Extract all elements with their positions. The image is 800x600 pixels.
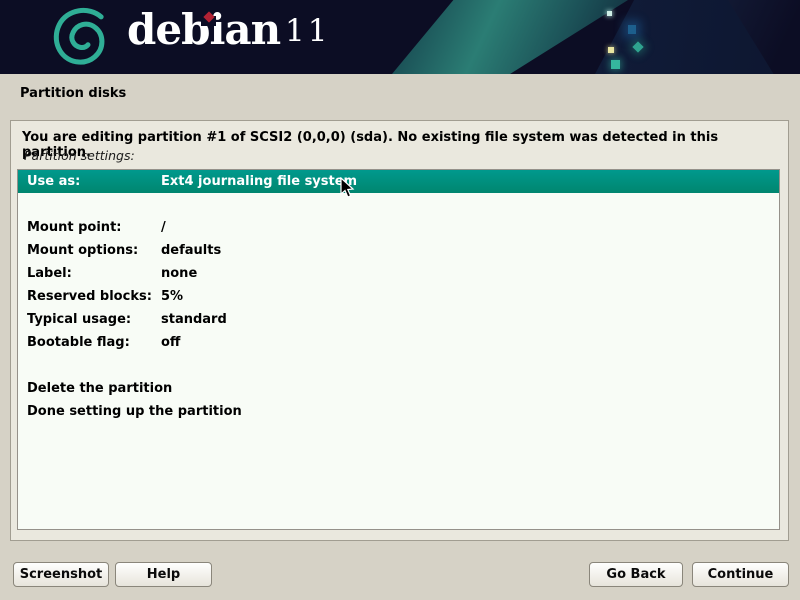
row-label (27, 193, 161, 216)
banner-teal-decoration (392, 0, 628, 74)
row-label (27, 354, 161, 377)
sparkle-square-icon (608, 47, 614, 53)
row-value (161, 354, 779, 377)
row-value: off (161, 331, 779, 354)
partition-edit-message: You are editing partition #1 of SCSI2 (0… (22, 130, 788, 160)
screenshot-button[interactable]: Screenshot (13, 562, 109, 587)
row-label: Label: (27, 262, 161, 285)
row-value: standard (161, 308, 779, 331)
settings-row[interactable]: Mount options:defaults (18, 239, 779, 262)
settings-row[interactable]: Label:none (18, 262, 779, 285)
debian-logotype: debian (127, 9, 280, 51)
settings-row-spacer (18, 193, 779, 216)
row-label: Typical usage: (27, 308, 161, 331)
brand-text: debian (127, 5, 280, 54)
sparkle-square-icon (628, 25, 636, 34)
settings-row[interactable]: Bootable flag:off (18, 331, 779, 354)
settings-row[interactable]: Typical usage:standard (18, 308, 779, 331)
banner: debian 11 (0, 0, 800, 74)
settings-row[interactable]: Delete the partition (18, 377, 779, 400)
row-value: / (161, 216, 779, 239)
debian-swirl-icon (50, 4, 112, 70)
settings-row[interactable]: Mount point:/ (18, 216, 779, 239)
row-value (161, 400, 779, 423)
settings-row[interactable]: Use as:Ext4 journaling file system (18, 170, 779, 193)
row-label: Mount options: (27, 239, 161, 262)
help-button[interactable]: Help (115, 562, 212, 587)
row-label: Use as: (27, 170, 161, 193)
sparkle-square-icon (611, 60, 620, 69)
settings-row-spacer (18, 354, 779, 377)
row-label: Mount point: (27, 216, 161, 239)
settings-row[interactable]: Reserved blocks:5% (18, 285, 779, 308)
row-value: none (161, 262, 779, 285)
page-title: Partition disks (20, 86, 126, 101)
row-label: Done setting up the partition (27, 400, 161, 423)
continue-button[interactable]: Continue (692, 562, 789, 587)
row-label: Reserved blocks: (27, 285, 161, 308)
content-box: You are editing partition #1 of SCSI2 (0… (10, 120, 789, 541)
settings-row[interactable]: Done setting up the partition (18, 400, 779, 423)
row-value: 5% (161, 285, 779, 308)
row-label: Delete the partition (27, 377, 161, 400)
partition-settings-label: Partition settings: (24, 148, 135, 163)
row-value (161, 193, 779, 216)
go-back-button[interactable]: Go Back (589, 562, 683, 587)
sparkle-square-icon (607, 11, 612, 16)
row-value: Ext4 journaling file system (161, 170, 779, 193)
row-label: Bootable flag: (27, 331, 161, 354)
version-number: 11 (285, 16, 330, 47)
row-value (161, 377, 779, 400)
settings-list: Use as:Ext4 journaling file systemMount … (17, 169, 780, 530)
row-value: defaults (161, 239, 779, 262)
mouse-cursor-icon (340, 177, 356, 199)
